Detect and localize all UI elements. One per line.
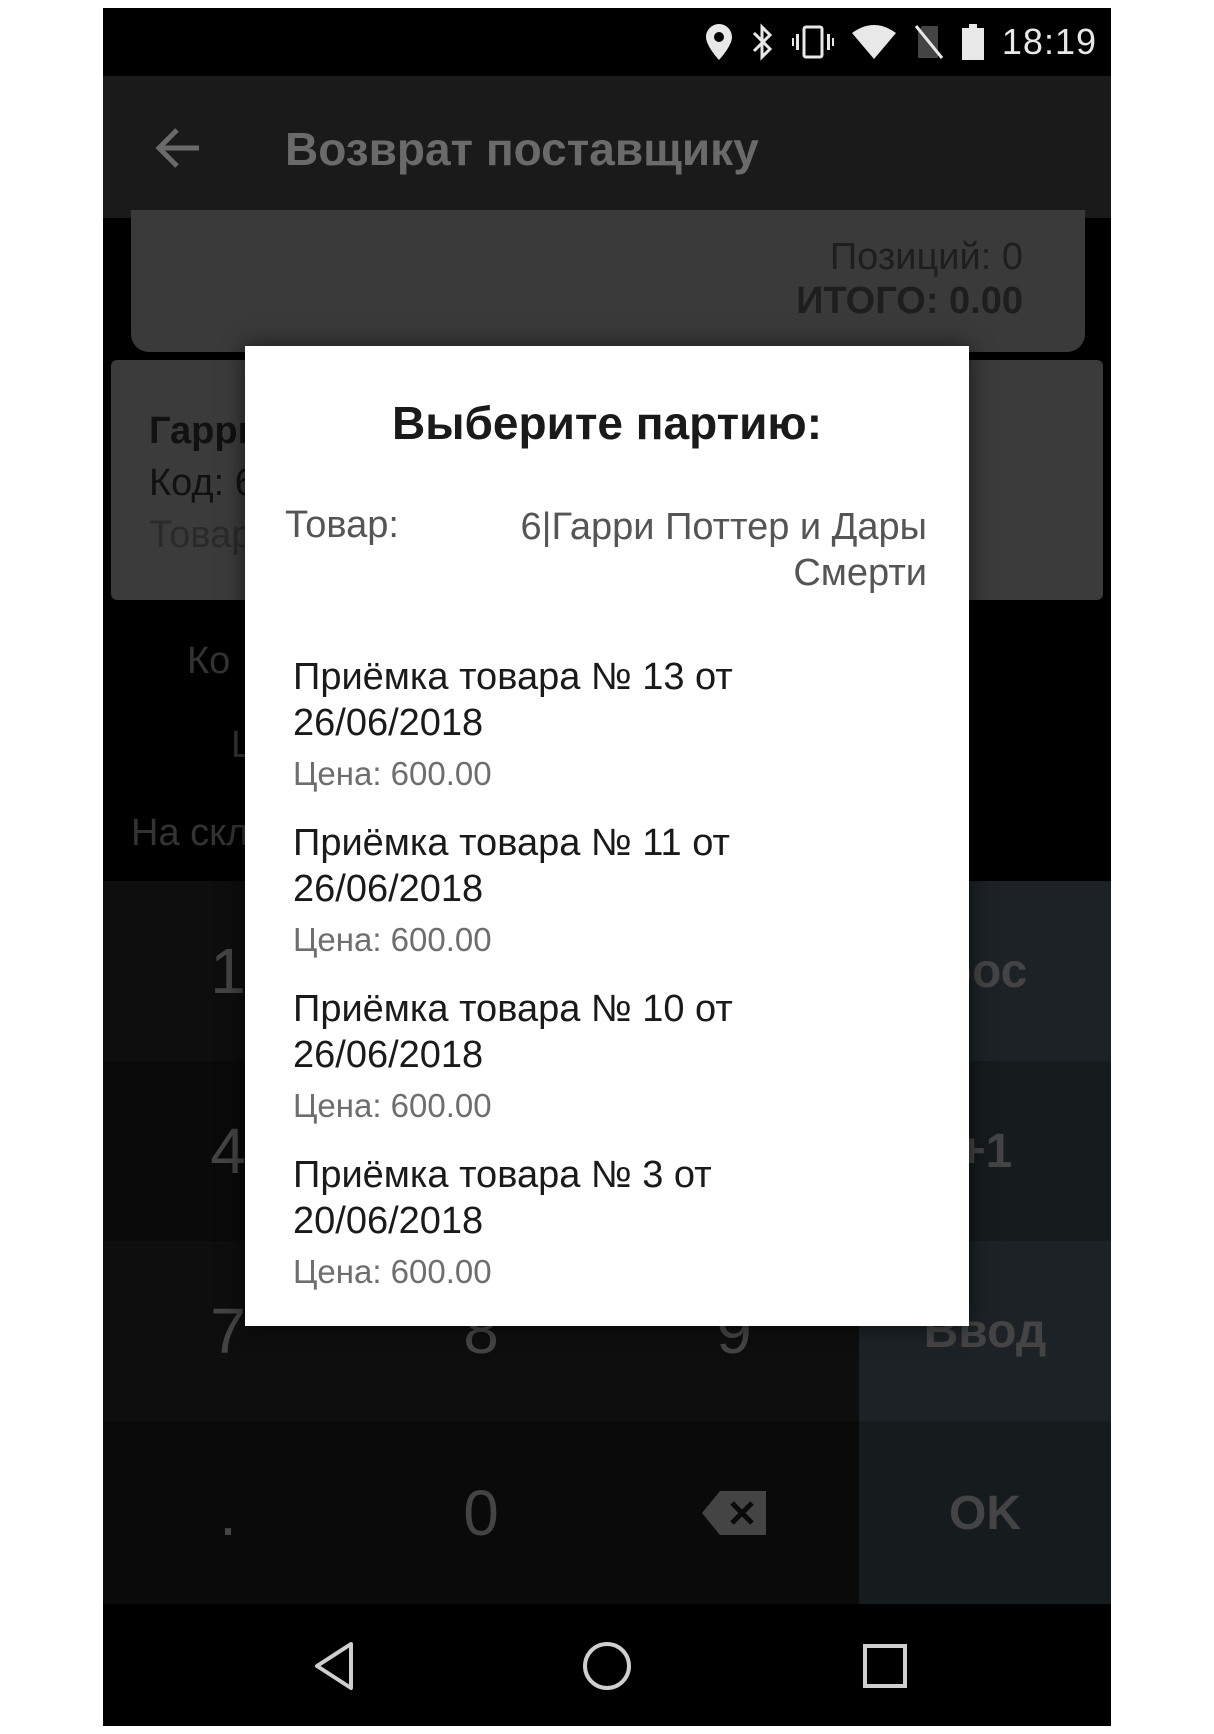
batch-item[interactable]: Приёмка товара № 13 от 26/06/2018 Цена: …: [293, 654, 933, 796]
app-bar: Возврат поставщику: [103, 76, 1111, 218]
batch-item[interactable]: Приёмка товара № 3 от 20/06/2018 Цена: 6…: [293, 1152, 933, 1294]
total-value: 0.00: [949, 280, 1023, 322]
bluetooth-icon: [752, 23, 773, 61]
batch-title: Приёмка товара № 11 от 26/06/2018: [293, 822, 730, 910]
item-value: 6|Гарри Поттер и Дары Смерти: [520, 506, 927, 594]
batch-title: Приёмка товара № 13 от 26/06/2018: [293, 656, 733, 744]
no-sim-icon: [914, 25, 944, 59]
backspace-icon: [702, 1491, 766, 1535]
batch-price: Цена: 600.00: [293, 1253, 492, 1290]
arrow-left-icon[interactable]: [151, 120, 207, 176]
quantity-label: Ко: [187, 640, 231, 682]
positions-count: Позиций: 0: [829, 236, 1023, 278]
batch-price: Цена: 600.00: [293, 921, 492, 958]
total-amount: ИТОГО: 0.00: [796, 280, 1023, 323]
batch-list: Приёмка товара № 13 от 26/06/2018 Цена: …: [293, 654, 933, 1318]
product-code: Код: 6: [149, 462, 256, 504]
key-dot[interactable]: .: [103, 1421, 353, 1605]
nav-recents-icon[interactable]: [853, 1634, 917, 1698]
dialog-title: Выберите партию:: [391, 397, 823, 449]
nav-bar: [103, 1604, 1111, 1726]
nav-home-icon[interactable]: [575, 1634, 639, 1698]
wifi-icon: [851, 25, 896, 59]
batch-title: Приёмка товара № 3 от 20/06/2018: [293, 1154, 712, 1242]
batch-item[interactable]: Приёмка товара № 10 от 26/06/2018 Цена: …: [293, 986, 933, 1128]
batch-price: Цена: 600.00: [293, 755, 492, 792]
status-bar: 18:19: [103, 8, 1111, 76]
batch-item[interactable]: Приёмка товара № 11 от 26/06/2018 Цена: …: [293, 820, 933, 962]
backspace-button[interactable]: [609, 1421, 859, 1605]
status-icons: 18:19: [705, 21, 1097, 62]
item-label: Товар:: [285, 504, 399, 546]
ok-button[interactable]: OK: [859, 1421, 1111, 1605]
location-icon: [705, 24, 732, 60]
nav-back-icon[interactable]: [303, 1634, 367, 1698]
battery-icon: [961, 24, 984, 60]
batch-price: Цена: 600.00: [293, 1087, 492, 1124]
vibrate-icon: [791, 25, 834, 59]
status-time: 18:19: [1001, 21, 1097, 62]
batch-title: Приёмка товара № 10 от 26/06/2018: [293, 988, 733, 1076]
stock-label: На скл: [131, 812, 249, 854]
total-label: ИТОГО:: [796, 280, 950, 322]
summary-card: Позиций: 0 ИТОГО: 0.00: [131, 210, 1085, 352]
product-type: Товар: [149, 514, 253, 556]
select-batch-dialog: Выберите партию: Товар: 6|Гарри Поттер и…: [245, 346, 969, 1326]
key-0[interactable]: 0: [353, 1421, 609, 1605]
page-title: Возврат поставщику: [285, 123, 759, 175]
